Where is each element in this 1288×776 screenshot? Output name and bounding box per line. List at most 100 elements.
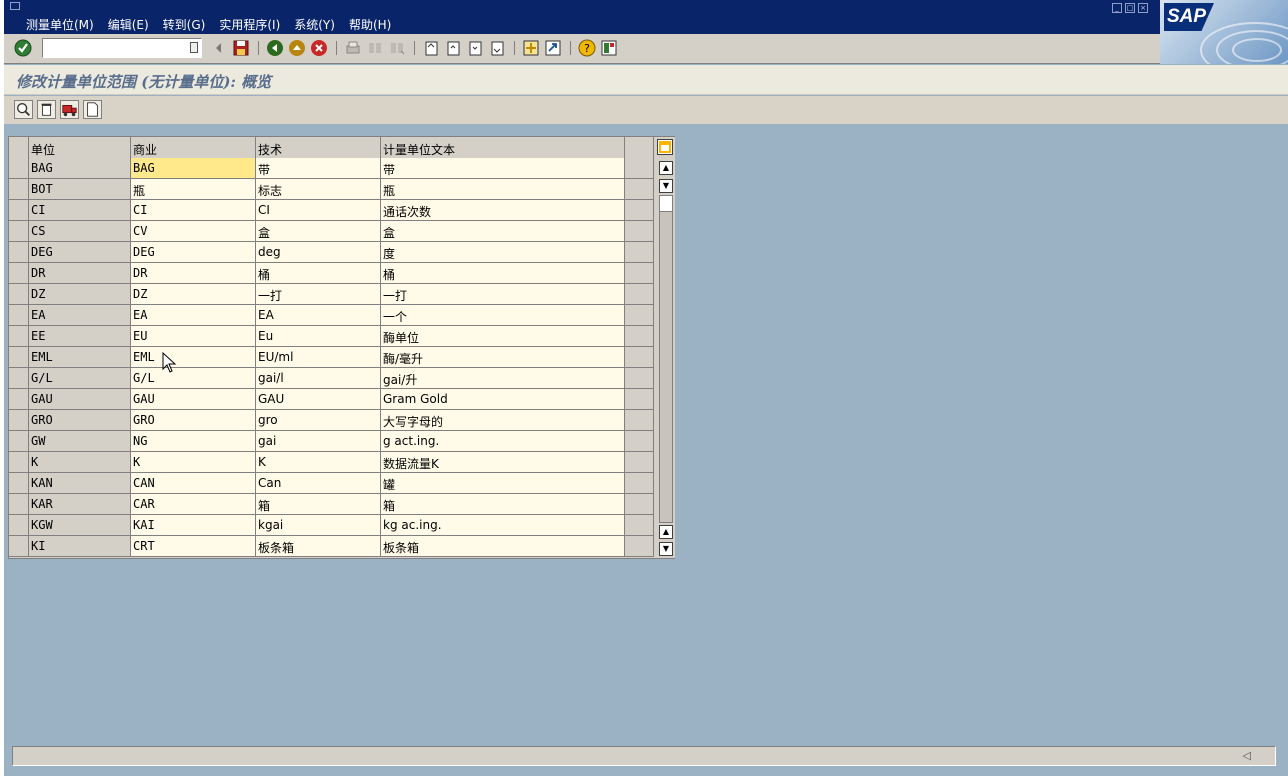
exit-icon[interactable] bbox=[288, 39, 306, 57]
cell-unit-text[interactable]: 度 bbox=[381, 242, 625, 262]
previous-page-icon[interactable] bbox=[444, 39, 462, 57]
cell-technical[interactable]: Can bbox=[256, 473, 381, 493]
delete-icon[interactable] bbox=[37, 100, 56, 119]
cancel-icon[interactable] bbox=[310, 39, 328, 57]
cell-unit-text[interactable]: 瓶 bbox=[381, 179, 625, 199]
column-header-technical[interactable]: 技术 bbox=[256, 137, 381, 158]
transport-icon[interactable] bbox=[60, 100, 79, 119]
cell-commercial[interactable]: K bbox=[131, 452, 256, 472]
row-selector[interactable] bbox=[9, 242, 29, 262]
cell-commercial[interactable]: EA bbox=[131, 305, 256, 325]
cell-commercial[interactable]: KAI bbox=[131, 515, 256, 535]
cell-unit-text[interactable]: 一打 bbox=[381, 284, 625, 304]
cell-unit-text[interactable]: 通话次数 bbox=[381, 200, 625, 220]
cell-technical[interactable]: 标志 bbox=[256, 179, 381, 199]
close-icon[interactable]: × bbox=[1138, 3, 1148, 13]
cell-unit-text[interactable]: 板条箱 bbox=[381, 536, 625, 556]
cell-unit-text[interactable]: g act.ing. bbox=[381, 431, 625, 451]
cell-unit-text[interactable]: kg ac.ing. bbox=[381, 515, 625, 535]
cell-unit-text[interactable]: 一个 bbox=[381, 305, 625, 325]
menu-item-edit[interactable]: 编辑(E) bbox=[108, 16, 149, 33]
menu-item-system[interactable]: 系统(Y) bbox=[294, 16, 335, 33]
row-selector[interactable] bbox=[9, 200, 29, 220]
row-selector[interactable] bbox=[9, 494, 29, 514]
cell-technical[interactable]: CI bbox=[256, 200, 381, 220]
cell-commercial[interactable]: G/L bbox=[131, 368, 256, 388]
cell-technical[interactable]: EU/ml bbox=[256, 347, 381, 367]
row-selector[interactable] bbox=[9, 536, 29, 556]
cell-technical[interactable]: kgai bbox=[256, 515, 381, 535]
cell-unit-text[interactable]: 大写字母的 bbox=[381, 410, 625, 430]
first-page-icon[interactable] bbox=[422, 39, 440, 57]
cell-technical[interactable]: 带 bbox=[256, 158, 381, 178]
select-all-header[interactable] bbox=[9, 137, 29, 158]
cell-commercial[interactable]: DEG bbox=[131, 242, 256, 262]
cell-unit-text[interactable]: Gram Gold bbox=[381, 389, 625, 409]
cell-commercial[interactable]: GRO bbox=[131, 410, 256, 430]
next-page-icon[interactable] bbox=[466, 39, 484, 57]
minimize-icon[interactable]: _ bbox=[1112, 3, 1122, 13]
collapse-left-icon[interactable] bbox=[210, 39, 228, 57]
row-selector[interactable] bbox=[9, 158, 29, 178]
cell-technical[interactable]: 一打 bbox=[256, 284, 381, 304]
column-header-commercial[interactable]: 商业 bbox=[131, 137, 256, 158]
column-header-unit[interactable]: 单位 bbox=[29, 137, 131, 158]
row-selector[interactable] bbox=[9, 389, 29, 409]
cell-technical[interactable]: EA bbox=[256, 305, 381, 325]
create-session-icon[interactable] bbox=[522, 39, 540, 57]
row-selector[interactable] bbox=[9, 368, 29, 388]
scroll-up-icon[interactable]: ▲ bbox=[659, 161, 673, 175]
cell-technical[interactable]: GAU bbox=[256, 389, 381, 409]
new-entries-icon[interactable] bbox=[83, 100, 102, 119]
cell-unit-text[interactable]: 桶 bbox=[381, 263, 625, 283]
cell-commercial[interactable]: CV bbox=[131, 221, 256, 241]
cell-commercial[interactable]: CAR bbox=[131, 494, 256, 514]
vertical-scrollbar[interactable]: ▲ ▼ ▲ ▼ bbox=[656, 137, 675, 558]
page-up-icon[interactable]: ▲ bbox=[659, 525, 673, 539]
cell-commercial[interactable]: CRT bbox=[131, 536, 256, 556]
cell-technical[interactable]: K bbox=[256, 452, 381, 472]
row-selector[interactable] bbox=[9, 179, 29, 199]
row-selector[interactable] bbox=[9, 452, 29, 472]
menu-item-help[interactable]: 帮助(H) bbox=[349, 16, 391, 33]
status-expand-icon[interactable]: ◁ bbox=[1243, 749, 1251, 762]
row-selector[interactable] bbox=[9, 473, 29, 493]
cell-unit-text[interactable]: gai/升 bbox=[381, 368, 625, 388]
save-icon[interactable] bbox=[232, 39, 250, 57]
menu-item-goto[interactable]: 转到(G) bbox=[163, 16, 206, 33]
back-icon[interactable] bbox=[266, 39, 284, 57]
cell-unit-text[interactable]: 酶单位 bbox=[381, 326, 625, 346]
row-selector[interactable] bbox=[9, 347, 29, 367]
cell-unit-text[interactable]: 箱 bbox=[381, 494, 625, 514]
menu-item-measurement-unit[interactable]: 测量单位(M) bbox=[26, 16, 94, 33]
last-page-icon[interactable] bbox=[488, 39, 506, 57]
cell-unit-text[interactable]: 带 bbox=[381, 158, 625, 178]
cell-commercial[interactable]: GAU bbox=[131, 389, 256, 409]
cell-technical[interactable]: 盒 bbox=[256, 221, 381, 241]
cell-commercial[interactable]: EU bbox=[131, 326, 256, 346]
cell-technical[interactable]: Eu bbox=[256, 326, 381, 346]
enter-icon[interactable] bbox=[14, 39, 32, 57]
table-settings-icon[interactable] bbox=[657, 139, 673, 155]
display-change-icon[interactable] bbox=[14, 100, 33, 119]
row-selector[interactable] bbox=[9, 284, 29, 304]
cell-technical[interactable]: 板条箱 bbox=[256, 536, 381, 556]
cell-commercial[interactable]: DZ bbox=[131, 284, 256, 304]
row-selector[interactable] bbox=[9, 305, 29, 325]
cell-commercial[interactable]: NG bbox=[131, 431, 256, 451]
cell-commercial[interactable]: CI bbox=[131, 200, 256, 220]
column-header-unit-text[interactable]: 计量单位文本 bbox=[381, 137, 625, 158]
system-menu-icon[interactable] bbox=[10, 2, 20, 10]
shortcut-icon[interactable] bbox=[544, 39, 562, 57]
cell-technical[interactable]: gro bbox=[256, 410, 381, 430]
cell-technical[interactable]: gai/l bbox=[256, 368, 381, 388]
cell-commercial[interactable]: EML bbox=[131, 347, 256, 367]
menu-item-utilities[interactable]: 实用程序(I) bbox=[219, 16, 280, 33]
cell-commercial[interactable]: BAG bbox=[131, 158, 256, 178]
row-selector[interactable] bbox=[9, 326, 29, 346]
row-selector[interactable] bbox=[9, 263, 29, 283]
cell-unit-text[interactable]: 数据流量K bbox=[381, 452, 625, 472]
command-field[interactable] bbox=[42, 38, 202, 58]
cell-commercial[interactable]: CAN bbox=[131, 473, 256, 493]
row-selector[interactable] bbox=[9, 431, 29, 451]
